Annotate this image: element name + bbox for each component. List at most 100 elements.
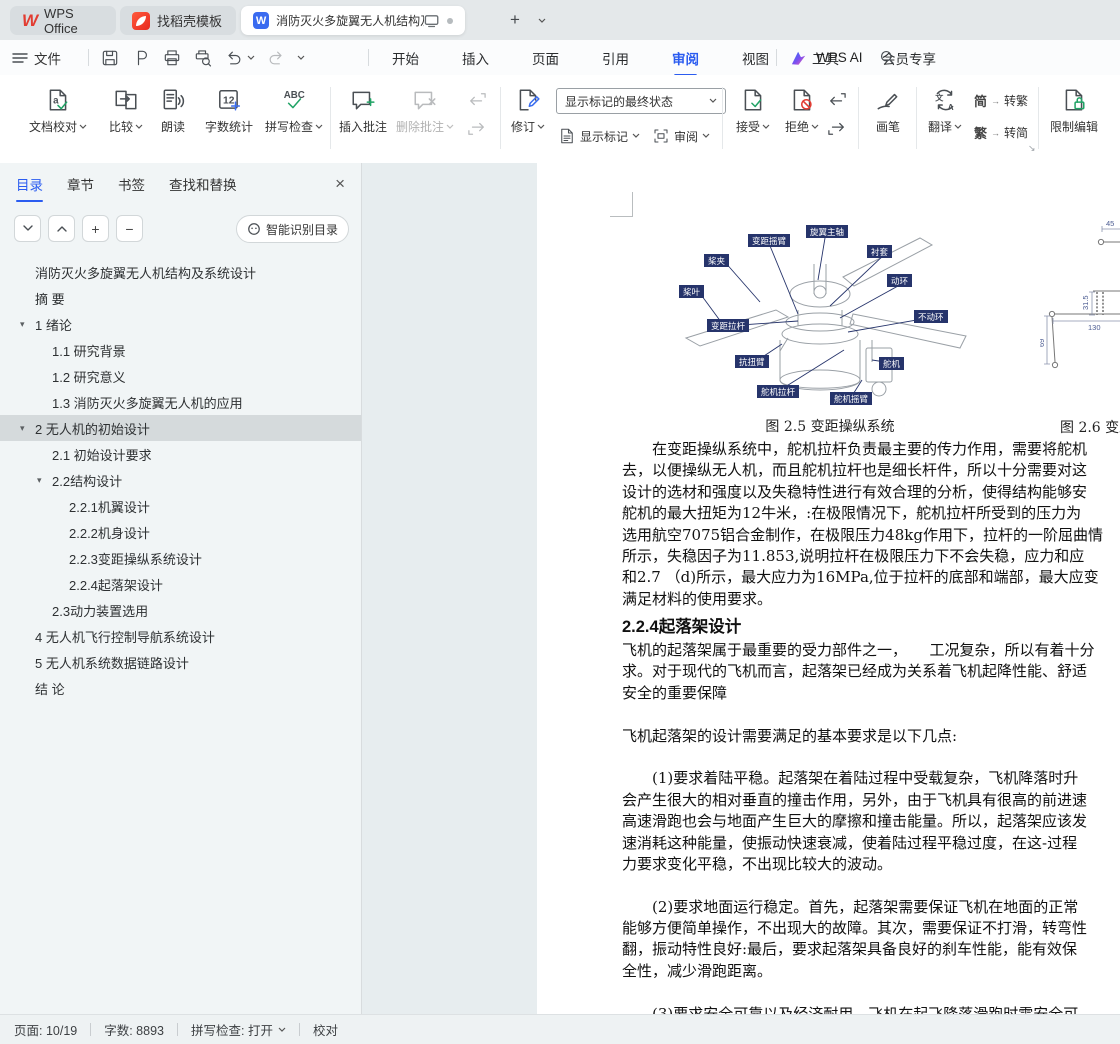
tab-wps-home[interactable]: W WPS Office <box>10 6 116 36</box>
new-tab-button[interactable]: + <box>510 10 520 30</box>
show-markup-icon <box>561 128 573 144</box>
smart-toc-button[interactable]: 智能识别目录 <box>235 215 349 243</box>
markup-state-select[interactable]: 显示标记的最终状态 <box>556 88 726 114</box>
toc-collapse-arrow-icon[interactable]: ▾ <box>20 319 35 330</box>
toc-item[interactable]: 2.3动力装置选用 <box>0 597 361 623</box>
menu-引用[interactable]: 引用 <box>602 48 629 68</box>
brush-button[interactable]: 画笔 <box>866 87 910 135</box>
sidebar-tab-查找和替换[interactable]: 查找和替换 <box>169 174 237 194</box>
page-indicator[interactable]: 页面: 10/19 <box>14 1020 77 1039</box>
toc-item[interactable]: ▾ 2 无人机的初始设计 <box>0 415 361 441</box>
toc-item[interactable]: 结 论 <box>0 675 361 701</box>
translate-button[interactable]: 文 A 翻译 <box>922 87 968 135</box>
doc-permission-button[interactable]: 文 <box>1108 87 1120 135</box>
tab-list-chevron[interactable] <box>538 18 546 24</box>
toc-zoom-out-button[interactable]: − <box>116 215 143 242</box>
sidebar-close-icon[interactable]: × <box>335 174 345 194</box>
toc-item[interactable]: 1.3 消防灭火多旋翼无人机的应用 <box>0 389 361 415</box>
read-aloud-button[interactable]: 朗读 <box>150 87 196 135</box>
word-count-indicator[interactable]: 字数: 8893 <box>104 1020 164 1039</box>
tab-document[interactable]: W 消防灭火多旋翼无人机结构及 <box>241 6 465 35</box>
paragraph-block-1[interactable]: 在变距操纵系统中，舵机拉杆负责最主要的传力作用，需要将舵机 去，以便操纵无人机，而… <box>622 439 1120 610</box>
share-screen-icon[interactable] <box>424 14 439 28</box>
toc-collapse-up-button[interactable] <box>48 215 75 242</box>
spell-check-status[interactable]: 拼写检查: 打开 <box>191 1020 286 1039</box>
toc-item-label: 4 无人机飞行控制导航系统设计 <box>35 629 215 645</box>
group-expand-icon[interactable]: ↘ <box>1028 143 1036 154</box>
toc-item[interactable]: 1.2 研究意义 <box>0 363 361 389</box>
review-panel-button[interactable]: 审阅 <box>652 127 710 145</box>
sidebar-tabs: 目录 章节 书签 查找和替换 × <box>0 163 361 205</box>
to-traditional-button[interactable]: 简 → 转繁 <box>974 91 1028 110</box>
toc-item[interactable]: 消防灭火多旋翼无人机结构及系统设计 <box>0 259 361 285</box>
chevron-down-icon <box>811 124 819 129</box>
track-changes-button[interactable]: 修订 <box>506 87 550 135</box>
simplified-char-icon: 简 <box>974 94 988 109</box>
export-pdf-icon[interactable] <box>131 48 151 68</box>
menu-页面[interactable]: 页面 <box>532 48 559 68</box>
next-change-icon[interactable] <box>826 119 848 137</box>
toc-item[interactable]: ▾ 2.2结构设计 <box>0 467 361 493</box>
sidebar-tab-目录[interactable]: 目录 <box>16 174 43 202</box>
traditional-char-icon: 繁 <box>974 126 988 141</box>
print-preview-icon[interactable] <box>193 48 213 68</box>
toc-item[interactable]: 1.1 研究背景 <box>0 337 361 363</box>
figure-part-label: 动环 <box>887 274 913 287</box>
toc-collapse-arrow-icon[interactable]: ▾ <box>20 423 35 434</box>
document-text-line: 和2.7 （d)所示，最大应力为16MPa,位于拉杆的底部和端部，最大应变 <box>622 568 1099 587</box>
file-menu[interactable]: 文件 <box>12 40 61 75</box>
restrict-edit-button[interactable]: 限制编辑 <box>1044 87 1104 135</box>
document-page[interactable]: 变距摇臂 旋翼主轴 衬套 桨夹 动环 桨叶 不动环 变距拉杆 抗扭臂 舵机 舵机拉杆 舵机摇臂 图 2… <box>537 163 1120 1015</box>
compare-button[interactable]: 比较 <box>100 87 152 135</box>
search-icon[interactable] <box>879 49 896 66</box>
menu-视图[interactable]: 视图 <box>742 48 769 68</box>
toc-item[interactable]: 2.2.4起落架设计 <box>0 571 361 597</box>
toolbar-more-chevron[interactable] <box>297 55 305 61</box>
print-icon[interactable] <box>162 48 182 68</box>
toc-zoom-in-button[interactable]: + <box>82 215 109 242</box>
proofread-button[interactable]: 校对 <box>313 1020 338 1039</box>
document-text-line: 能够方便简单操作，不出现大的故障。其次，需要保证不打滑，转弯性 <box>622 919 1088 938</box>
previous-comment-icon[interactable] <box>466 91 488 109</box>
sidebar-tab-书签[interactable]: 书签 <box>118 174 145 194</box>
menu-插入[interactable]: 插入 <box>462 48 489 68</box>
toc-item[interactable]: 2.2.1机翼设计 <box>0 493 361 519</box>
doc-proof-button[interactable]: a 文档校对 <box>18 87 98 135</box>
toc-item[interactable]: 5 无人机系统数据链路设计 <box>0 649 361 675</box>
show-markup-button[interactable]: 显示标记 <box>558 127 640 145</box>
reject-label: 拒绝 <box>784 120 809 134</box>
toc-collapse-arrow-icon[interactable]: ▾ <box>37 475 52 486</box>
undo-button[interactable] <box>224 48 255 68</box>
figure-part-label: 舵机拉杆 <box>757 385 800 398</box>
toc-item[interactable]: 2.1 初始设计要求 <box>0 441 361 467</box>
reject-button[interactable]: 拒绝 <box>779 87 825 135</box>
menu-审阅[interactable]: 审阅 <box>672 48 699 77</box>
toc-item[interactable]: 4 无人机飞行控制导航系统设计 <box>0 623 361 649</box>
previous-change-icon[interactable] <box>826 91 848 109</box>
document-text-line: 飞机起落架的设计需要满足的基本要求是以下几点: <box>622 726 958 745</box>
wps-ai-button[interactable]: WPS AI <box>816 50 863 65</box>
toc-expand-down-button[interactable] <box>14 215 41 242</box>
tab-docer[interactable]: 找稻壳模板 <box>120 6 236 35</box>
redo-icon[interactable] <box>266 48 286 68</box>
menu-开始[interactable]: 开始 <box>392 48 419 68</box>
delete-comment-button[interactable]: 删除批注 <box>392 87 458 135</box>
toc-item[interactable]: ▾ 1 绪论 <box>0 311 361 337</box>
figure-part-label: 旋翼主轴 <box>806 225 849 238</box>
toc-item[interactable]: 摘 要 <box>0 285 361 311</box>
paragraph-block-2[interactable]: 飞机的起落架属于最重要的受力部件之一， 工况复杂，所以有着十分 求。对于现代的飞机… <box>622 640 1120 1015</box>
accept-button[interactable]: 接受 <box>730 87 776 135</box>
spell-check-button[interactable]: ABC 拼写检查 <box>262 87 326 135</box>
sidebar-tab-章节[interactable]: 章节 <box>67 174 94 194</box>
to-simplified-button[interactable]: 繁 → 转简 <box>974 123 1028 142</box>
insert-comment-button[interactable]: 插入批注 <box>335 87 391 135</box>
chevron-down-icon <box>954 124 962 129</box>
toc-item[interactable]: 2.2.3变距操纵系统设计 <box>0 545 361 571</box>
document-text-line <box>622 982 1120 1003</box>
accept-label: 接受 <box>735 120 760 134</box>
svg-text:A: A <box>948 103 954 112</box>
next-comment-icon[interactable] <box>466 119 488 137</box>
word-count-button[interactable]: 12 字数统计 <box>198 87 260 135</box>
save-icon[interactable] <box>100 48 120 68</box>
toc-item[interactable]: 2.2.2机身设计 <box>0 519 361 545</box>
